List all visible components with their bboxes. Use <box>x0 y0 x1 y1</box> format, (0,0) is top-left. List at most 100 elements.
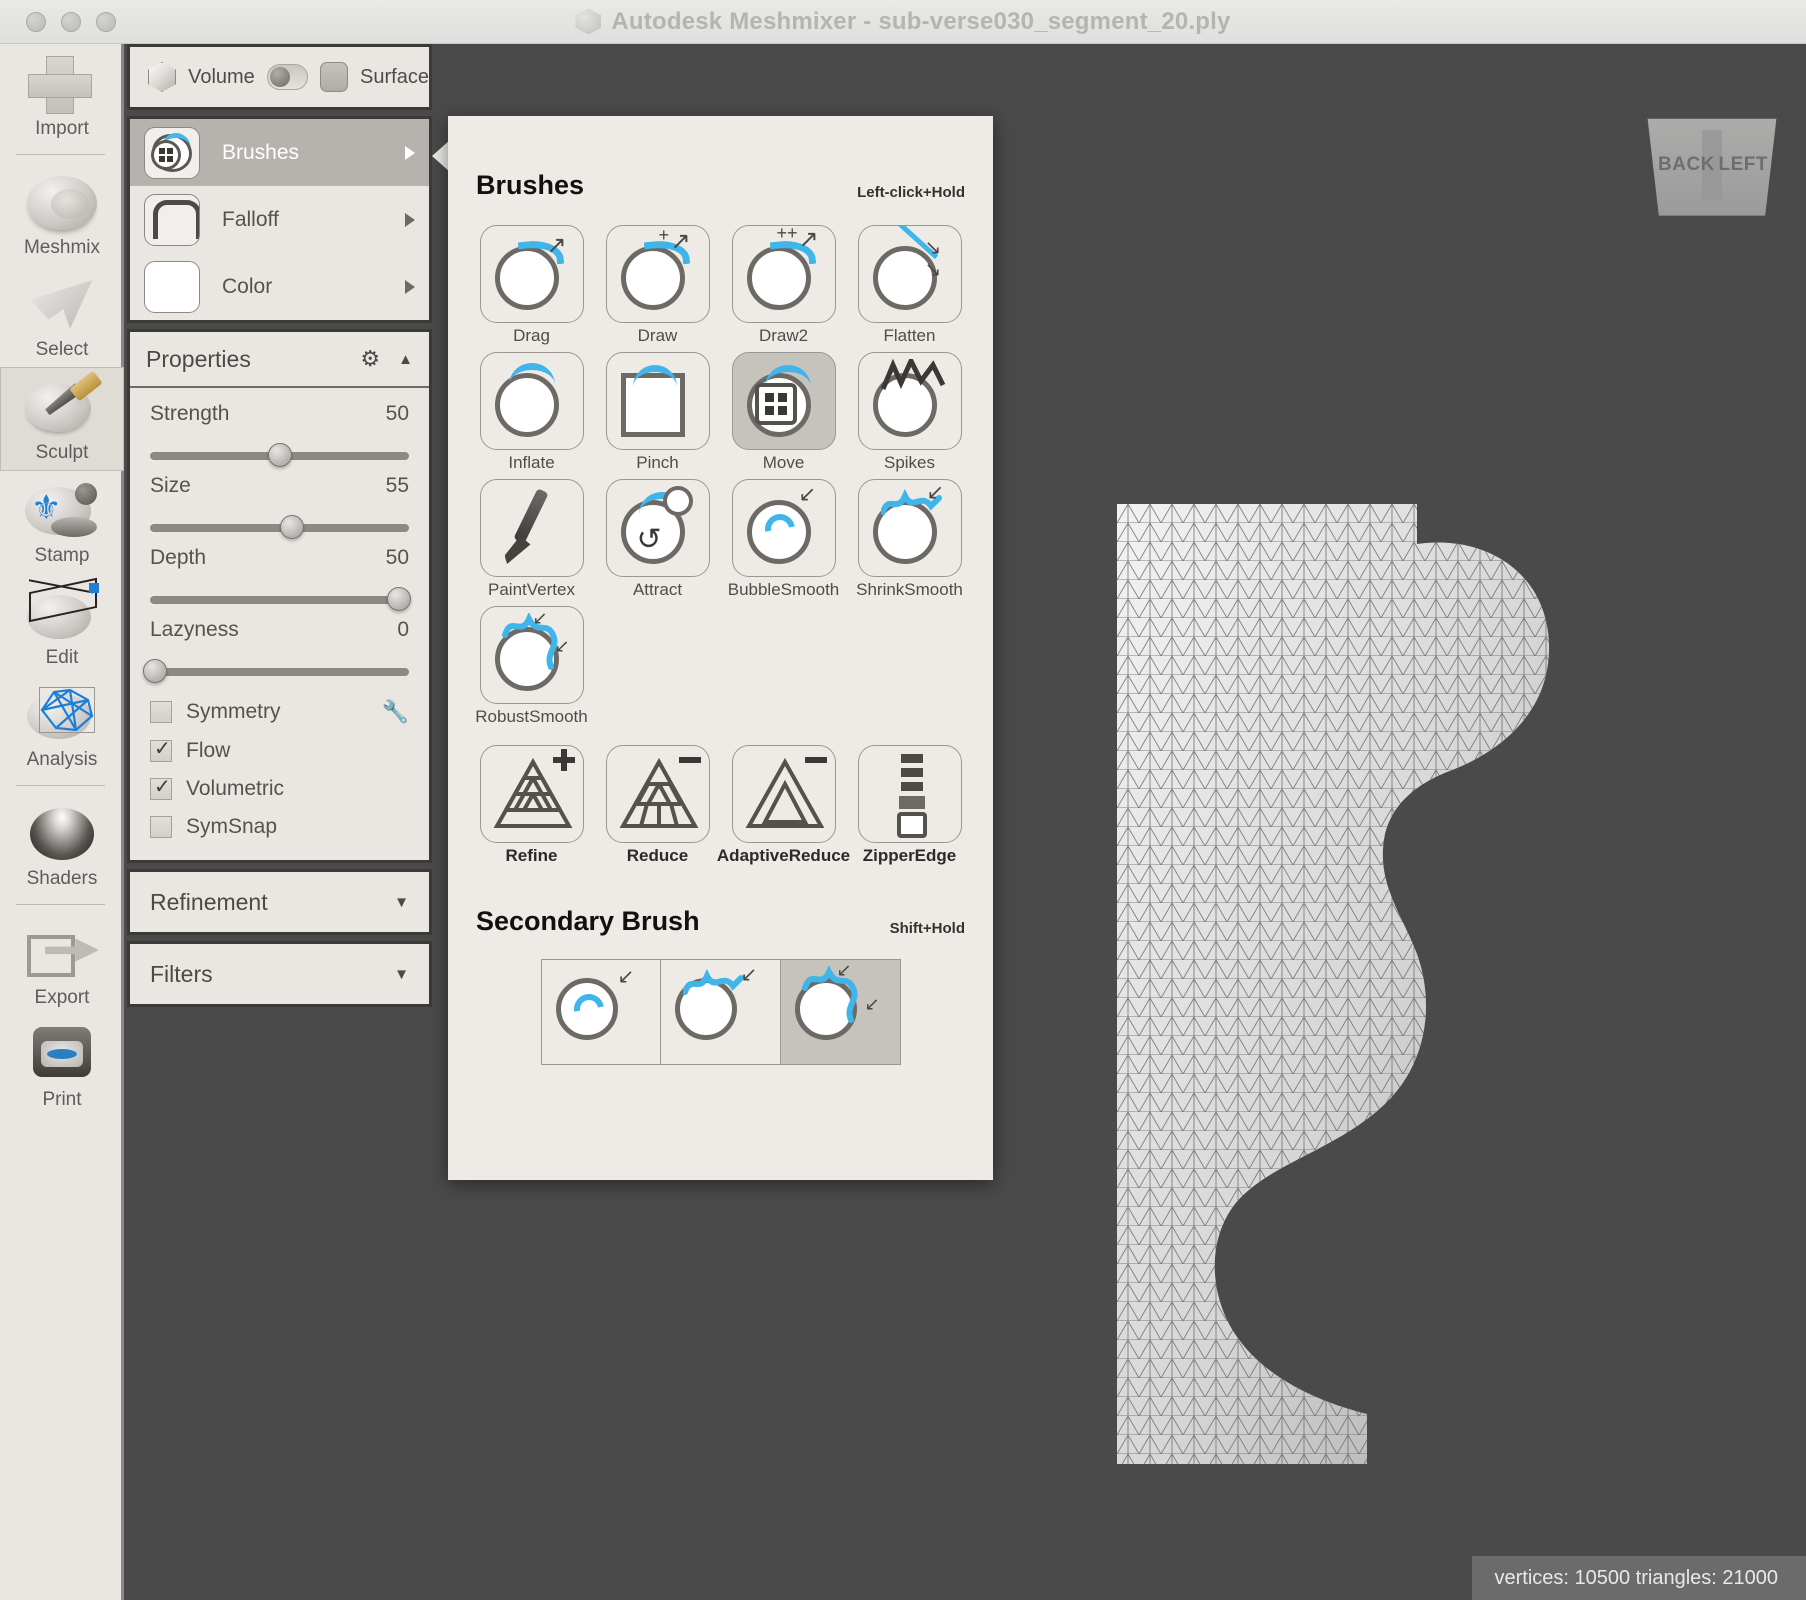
brush-draw[interactable]: ↗ + Draw <box>595 225 721 346</box>
chevron-right-icon <box>405 212 415 227</box>
close-button[interactable] <box>26 11 46 32</box>
brush-attract[interactable]: ↺ Attract <box>595 479 721 600</box>
checkbox-row-symmetry[interactable]: Symmetry 🔧 <box>130 692 429 732</box>
wrench-icon[interactable]: 🔧 <box>382 699 409 725</box>
brush-label-attract: Attract <box>632 580 683 599</box>
zoom-button[interactable] <box>96 11 116 32</box>
slider-label-depth: Depth <box>150 546 207 569</box>
properties-title: Properties <box>146 345 251 372</box>
volume-surface-toggle[interactable] <box>266 64 308 90</box>
cube-icon <box>148 62 177 92</box>
tool-row-falloff[interactable]: Falloff <box>130 186 429 253</box>
symsnap-checkbox[interactable] <box>150 816 172 838</box>
meshmixer-cube-icon <box>575 8 602 35</box>
brush-spikes[interactable]: Spikes <box>847 352 973 473</box>
toolbar-item-import[interactable]: Import <box>0 44 124 146</box>
nav-cube-face <box>1647 118 1777 216</box>
shader-sphere-icon <box>24 804 100 864</box>
toolbar-label-meshmix: Meshmix <box>23 237 100 258</box>
navigation-cube[interactable]: BACK LEFT <box>1642 110 1782 220</box>
tool-row-color[interactable]: Color <box>130 253 429 320</box>
gear-icon[interactable]: ⚙ <box>360 346 380 372</box>
volumetric-checkbox[interactable] <box>150 774 172 800</box>
checkbox-row-flow[interactable]: Flow <box>130 732 429 770</box>
face-sphere-icon <box>24 173 100 233</box>
brush-bubblesmooth[interactable]: ↙ BubbleSmooth <box>721 479 847 600</box>
brush-inflate[interactable]: Inflate <box>469 352 595 473</box>
toolbar-item-print[interactable]: Print <box>0 1015 124 1117</box>
strength-slider[interactable] <box>150 443 409 467</box>
toolbar-item-edit[interactable]: Edit <box>0 573 124 675</box>
toolbar-item-shaders[interactable]: Shaders <box>0 794 124 896</box>
size-slider[interactable] <box>150 515 409 539</box>
brush-shrinksmooth[interactable]: ↙ ShrinkSmooth <box>847 479 973 600</box>
caret-up-icon[interactable]: ▲ <box>398 351 413 368</box>
tool-rows-box: Brushes Falloff Color <box>127 116 432 323</box>
secondary-brush-bubblesmooth[interactable]: ↙ <box>540 959 661 1065</box>
checkbox-row-volumetric[interactable]: Volumetric <box>130 770 429 808</box>
properties-header: Properties ⚙ ▲ <box>130 332 429 388</box>
pinch-brush-icon <box>605 352 710 450</box>
caret-down-icon[interactable]: ▼ <box>394 894 409 911</box>
zipper-edge-icon <box>857 745 962 843</box>
secondary-brush-heading: Secondary Brush <box>476 906 700 936</box>
wireframe-icon <box>24 577 100 643</box>
flow-checkbox[interactable] <box>150 736 172 762</box>
op-adaptivereduce[interactable]: AdaptiveReduce <box>717 745 850 866</box>
toolbar-label-stamp: Stamp <box>34 545 90 566</box>
tool-row-brushes[interactable]: Brushes <box>130 119 429 186</box>
slider-value-size: 55 <box>385 474 409 497</box>
symmetry-checkbox[interactable] <box>150 701 172 723</box>
lazyness-slider[interactable] <box>143 659 409 683</box>
brush-label-paintvertex: PaintVertex <box>488 580 575 599</box>
slider-row-strength: Strength 50 <box>130 388 429 467</box>
secondary-brush-robustsmooth[interactable]: ↙ ↙ <box>780 959 901 1065</box>
tool-row-label-brushes: Brushes <box>222 140 300 164</box>
mesh-model[interactable] <box>1117 504 1657 1464</box>
toolbar-item-meshmix[interactable]: Meshmix <box>0 163 124 265</box>
op-label-reduce: Reduce <box>626 846 689 865</box>
brush-robustsmooth[interactable]: ↙ ↙ RobustSmooth <box>469 606 595 727</box>
minimize-button[interactable] <box>61 11 81 32</box>
op-zipperedge[interactable]: ZipperEdge <box>847 745 973 866</box>
brush-move[interactable]: Move <box>721 352 847 473</box>
volume-label: Volume <box>188 65 255 88</box>
caret-down-icon[interactable]: ▼ <box>394 966 409 983</box>
window-controls[interactable] <box>26 11 116 32</box>
toolbar-item-export[interactable]: Export <box>0 913 124 1015</box>
stamp-icon: ⚜ <box>24 481 100 541</box>
nav-cube-back-label[interactable]: BACK <box>1658 154 1715 176</box>
tool-row-label-falloff: Falloff <box>222 207 279 231</box>
toolbar-item-sculpt[interactable]: Sculpt <box>0 367 124 471</box>
volume-surface-bar: Volume Surface <box>127 44 432 110</box>
refinement-section[interactable]: Refinement ▼ <box>127 869 432 935</box>
brushes-popup: Brushes Left-click+Hold ↗ Drag ↗ + Draw … <box>448 116 993 1180</box>
brush-paintvertex[interactable]: PaintVertex <box>469 479 595 600</box>
secondary-brush-shrinksmooth[interactable]: ↙ <box>660 959 781 1065</box>
toolbar-item-select[interactable]: Select <box>0 265 124 367</box>
brush-pinch[interactable]: Pinch <box>595 352 721 473</box>
nav-cube-left-label[interactable]: LEFT <box>1719 154 1769 176</box>
lasso-arrow-icon <box>24 275 100 335</box>
mesh-ops-grid: Refine Reduce AdaptiveReduce ZipperEdge <box>448 745 993 866</box>
color-swatch-icon <box>144 260 200 313</box>
draw2-brush-icon: ↗ ++ <box>731 225 836 323</box>
toolbar-item-analysis[interactable]: Analysis <box>0 675 124 777</box>
brush-label-robustsmooth: RobustSmooth <box>475 707 588 726</box>
attract-brush-icon: ↺ <box>605 479 710 577</box>
properties-panel: Properties ⚙ ▲ Strength 50 Size 55 Depth… <box>127 329 432 863</box>
brush-drag[interactable]: ↗ Drag <box>469 225 595 346</box>
checkbox-row-symsnap[interactable]: SymSnap <box>130 808 429 846</box>
toolbar-divider <box>16 154 105 155</box>
depth-slider[interactable] <box>150 587 411 611</box>
tool-row-label-color: Color <box>222 274 273 298</box>
checkbox-label-volumetric: Volumetric <box>186 777 285 800</box>
brush-draw2[interactable]: ↗ ++ Draw2 <box>721 225 847 346</box>
brush-flatten[interactable]: ↘ ↘ Flatten <box>847 225 973 346</box>
toolbar-label-analysis: Analysis <box>26 749 98 770</box>
op-refine[interactable]: Refine <box>469 745 595 866</box>
export-arrow-icon <box>24 923 100 983</box>
op-reduce[interactable]: Reduce <box>595 745 721 866</box>
filters-section[interactable]: Filters ▼ <box>127 941 432 1007</box>
toolbar-item-stamp[interactable]: ⚜ Stamp <box>0 471 124 573</box>
